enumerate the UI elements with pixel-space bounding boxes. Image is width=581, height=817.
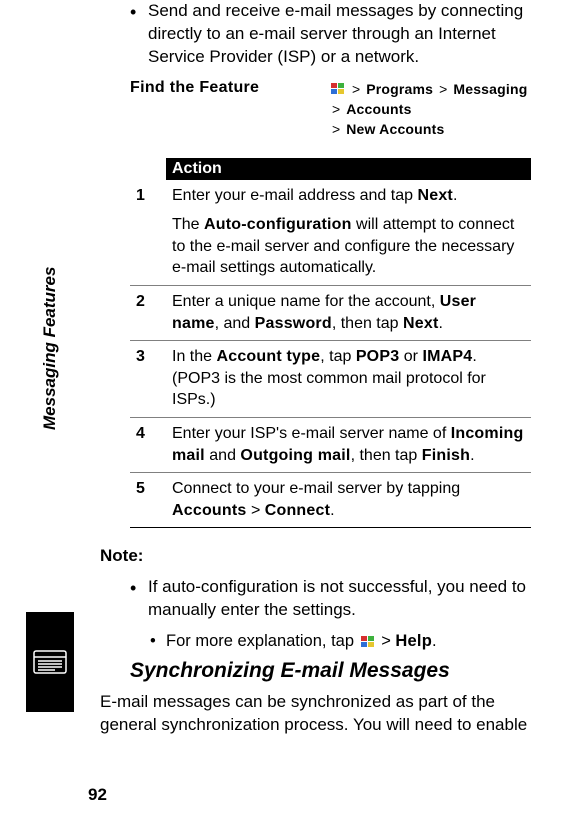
table-row: 2 Enter a unique name for the account, U… (130, 286, 531, 341)
step-num: 4 (130, 418, 166, 473)
step-text: In the Account type, tap POP3 or IMAP4. … (166, 341, 531, 418)
step-text: Enter a unique name for the account, Use… (166, 286, 531, 341)
nav-messaging: Messaging (453, 79, 527, 99)
step-num: 2 (130, 286, 166, 341)
step-num: 5 (130, 473, 166, 528)
feature-nav: > Programs > Messaging > Accounts > New … (330, 79, 531, 140)
step-text: Enter your ISP's e-mail server name of I… (166, 418, 531, 473)
section-heading: Synchronizing E-mail Messages (130, 659, 531, 683)
table-row: 1 Enter your e-mail address and tap Next… (130, 180, 531, 286)
step-num: 1 (130, 180, 166, 286)
side-tab-label: Messaging Features (40, 267, 60, 430)
section-icon (26, 612, 74, 712)
note-item: If auto-configuration is not successful,… (130, 576, 531, 622)
intro-list: Send and receive e-mail messages by conn… (130, 0, 531, 69)
find-the-feature: Find the Feature > Programs > Messaging … (130, 79, 531, 140)
intro-bullet: Send and receive e-mail messages by conn… (130, 0, 531, 69)
gt: > (332, 99, 340, 119)
action-header: Action (166, 158, 531, 180)
table-row: 5 Connect to your e-mail server by tappi… (130, 473, 531, 528)
table-row: 3 In the Account type, tap POP3 or IMAP4… (130, 341, 531, 418)
note-label: Note: (100, 546, 531, 566)
step-text: Enter your e-mail address and tap Next. … (166, 180, 531, 286)
nav-new-accounts: New Accounts (346, 119, 444, 139)
nav-accounts: Accounts (346, 99, 411, 119)
action-table: Action 1 Enter your e-mail address and t… (130, 158, 531, 529)
feature-label: Find the Feature (130, 79, 330, 140)
gt: > (332, 119, 340, 139)
start-flag-icon (359, 634, 377, 650)
page-number: 92 (88, 785, 107, 805)
table-row: 4 Enter your ISP's e-mail server name of… (130, 418, 531, 473)
start-flag-icon (330, 82, 346, 96)
step-text: Connect to your e-mail server by tapping… (166, 473, 531, 528)
sync-paragraph: E-mail messages can be synchronized as p… (100, 691, 531, 737)
action-header-empty (130, 158, 166, 180)
note-item-nested: For more explanation, tap > Help. (150, 632, 531, 651)
nav-programs: Programs (366, 79, 433, 99)
gt: > (439, 79, 447, 99)
step-num: 3 (130, 341, 166, 418)
gt: > (352, 79, 360, 99)
note-list: If auto-configuration is not successful,… (130, 576, 531, 651)
